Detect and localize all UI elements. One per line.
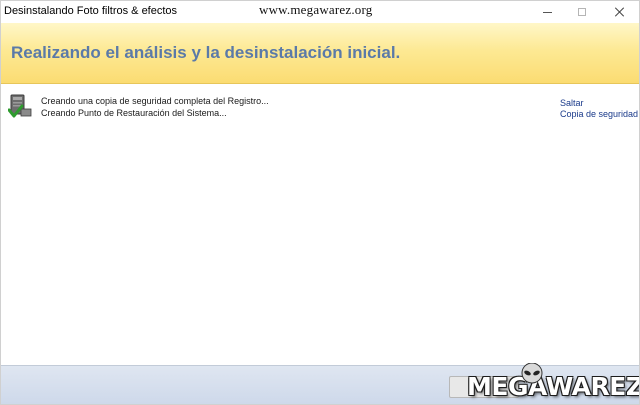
watermark-url: www.megawarez.org	[259, 2, 373, 17]
skip-link[interactable]: Saltar	[560, 98, 584, 108]
footer-bar: MEGAWAREZ	[1, 363, 640, 404]
logo-text: MEGAWAREZ	[467, 372, 640, 401]
uninstaller-window: Desinstalando Foto filtros & efectos www…	[0, 0, 640, 405]
step-registry-backup: Creando una copia de seguridad completa …	[41, 96, 269, 106]
window-title: Desinstalando Foto filtros & efectos	[4, 5, 178, 17]
computer-check-icon	[8, 94, 32, 118]
title-bar[interactable]: Desinstalando Foto filtros & efectos www…	[1, 1, 639, 23]
header-band: Realizando el análisis y la desinstalaci…	[1, 23, 639, 84]
megawarez-logo: MEGAWAREZ	[467, 363, 640, 404]
close-icon	[615, 7, 625, 17]
maximize-icon	[578, 8, 586, 16]
maximize-button[interactable]	[567, 1, 597, 23]
minimize-icon	[542, 11, 552, 13]
alien-head-icon	[521, 363, 543, 384]
close-button[interactable]	[605, 1, 635, 23]
step-restore-point: Creando Punto de Restauración del Sistem…	[41, 108, 227, 118]
minimize-button[interactable]	[532, 1, 562, 23]
progress-area: Creando una copia de seguridad completa …	[1, 84, 639, 365]
page-title: Realizando el análisis y la desinstalaci…	[11, 43, 401, 62]
backup-link[interactable]: Copia de seguridad	[560, 109, 638, 119]
